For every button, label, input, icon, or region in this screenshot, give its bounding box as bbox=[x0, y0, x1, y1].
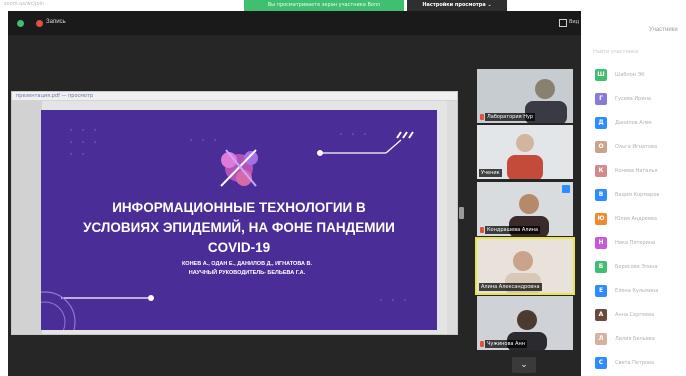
participant-row[interactable]: Ш Шаблон ЭК bbox=[595, 69, 685, 81]
recording-icon bbox=[36, 20, 43, 27]
participant-name: Ника Пятерина bbox=[615, 240, 656, 246]
participant-name: Шаблон ЭК bbox=[615, 72, 645, 78]
participant-name: Данилов Алек bbox=[615, 120, 652, 126]
meeting-header: Запись Вид bbox=[8, 11, 581, 35]
participant-row[interactable]: Д Данилов Алек bbox=[595, 117, 685, 129]
participant-name: Света Петрова bbox=[615, 360, 655, 366]
browser-top-strip: zoom.us/wc/join Вы просматриваете экран … bbox=[0, 0, 686, 11]
video-tile[interactable]: Чужинова Анн bbox=[477, 296, 573, 350]
video-tile[interactable]: Ученик bbox=[477, 125, 573, 179]
participant-name-label: Кондрашева Алина bbox=[485, 226, 541, 234]
participant-avatar: В bbox=[595, 189, 607, 201]
mic-muted-icon bbox=[480, 227, 484, 233]
shared-window-title: презентация.pdf — просмотр bbox=[16, 93, 94, 99]
circuit-line-right bbox=[317, 131, 414, 156]
participant-row[interactable]: Ю Юлия Андреева bbox=[595, 213, 685, 225]
participant-name-label: Чужинова Анн bbox=[485, 340, 528, 348]
participant-name-label: Лаборатория Нур bbox=[485, 113, 536, 121]
gallery-resize-handle[interactable] bbox=[459, 207, 464, 219]
participant-row[interactable]: О Ольга Игнатова bbox=[595, 141, 685, 153]
presentation-slide: Информационные технологии в условиях эпи… bbox=[41, 110, 437, 330]
mic-muted-icon bbox=[480, 114, 484, 120]
participant-name: Ольга Игнатова bbox=[615, 144, 658, 150]
participant-row[interactable]: А Анна Сергеева bbox=[595, 309, 685, 321]
slide-title-line: COVID-19 bbox=[207, 240, 271, 255]
participant-row[interactable]: К Конева Наталья bbox=[595, 165, 685, 177]
participant-avatar: Ю bbox=[595, 213, 607, 225]
participant-avatar: Б bbox=[595, 261, 607, 273]
participant-avatar: С bbox=[595, 357, 607, 369]
participant-avatar: Г bbox=[595, 93, 607, 105]
participant-name: Конева Наталья bbox=[615, 168, 658, 174]
grid-view-icon[interactable] bbox=[559, 19, 567, 27]
participant-search-input[interactable]: Найти участника bbox=[593, 49, 638, 55]
security-shield-icon[interactable] bbox=[17, 20, 24, 27]
participant-avatar: Е bbox=[595, 285, 607, 297]
slide-title-line: Информационные технологии в bbox=[112, 200, 366, 215]
video-tile[interactable]: Кондрашева Алина bbox=[477, 182, 573, 236]
view-options-button[interactable]: Настройки просмотра ⌄ bbox=[407, 0, 507, 11]
recording-label: Запись bbox=[46, 19, 66, 25]
slide-authors: КОНЕВ А., ОДАН Е., ДАНИЛОВ Д., ИГНАТОВА … bbox=[129, 260, 365, 278]
video-status-icon bbox=[562, 185, 570, 193]
participant-avatar: А bbox=[595, 309, 607, 321]
participant-name-label: Алина Александровна bbox=[479, 283, 542, 291]
slide-logo-icon bbox=[220, 149, 258, 187]
slide-title: Информационные технологии в условиях эпи… bbox=[51, 198, 427, 258]
shared-window-scrollbar[interactable] bbox=[447, 101, 457, 334]
participants-panel: Участники Найти участника Ш Шаблон ЭК Г Гус… bbox=[583, 11, 686, 376]
participant-name: Елена Кульмина bbox=[615, 288, 659, 294]
participant-name: Лилия Бельева bbox=[615, 336, 655, 342]
participant-avatar: К bbox=[595, 165, 607, 177]
video-tile[interactable]: Лаборатория Нур bbox=[477, 69, 573, 123]
participant-row[interactable]: Е Елена Кульмина bbox=[595, 285, 685, 297]
screen-share-banner: Вы просматриваете экран участника Bonn bbox=[244, 0, 404, 11]
participant-name: Юлия Андреева bbox=[615, 216, 657, 222]
shared-window-titlebar: презентация.pdf — просмотр bbox=[12, 92, 457, 101]
participant-row[interactable]: Г Гусева Ирина bbox=[595, 93, 685, 105]
mic-muted-icon bbox=[480, 341, 484, 347]
participant-name: Анна Сергеева bbox=[615, 312, 655, 318]
shared-window-thumbnails bbox=[12, 101, 42, 334]
participant-name: Борисова Элина bbox=[615, 264, 658, 270]
participant-avatar: Л bbox=[595, 333, 607, 345]
participant-avatar: Ш bbox=[595, 69, 607, 81]
participant-name: Гусева Ирина bbox=[615, 96, 651, 102]
participant-avatar: Д bbox=[595, 117, 607, 129]
slide-title-line: условиях эпидемий, на фоне пандемии bbox=[83, 220, 395, 235]
participant-name: Вадим Кормаров bbox=[615, 192, 660, 198]
video-tile-active-speaker[interactable]: Алина Александровна bbox=[475, 237, 575, 295]
participant-row[interactable]: Б Борисова Элина bbox=[595, 261, 685, 273]
participant-avatar: Н bbox=[595, 237, 607, 249]
participants-panel-title: Участники bbox=[649, 27, 678, 33]
gallery-scroll-down-button[interactable]: ⌄ bbox=[512, 357, 536, 373]
participant-row[interactable]: Л Лилия Бельева bbox=[595, 333, 685, 345]
participant-row[interactable]: С Света Петрова bbox=[595, 357, 685, 369]
view-toggle-label[interactable]: Вид bbox=[569, 19, 579, 25]
slide-authors-line: КОНЕВ А., ОДАН Е., ДАНИЛОВ Д., ИГНАТОВА … bbox=[181, 261, 313, 267]
circuit-line-left bbox=[41, 291, 154, 330]
participant-name-label: Ученик bbox=[479, 169, 502, 177]
participant-row[interactable]: Н Ника Пятерина bbox=[595, 237, 685, 249]
participant-row[interactable]: В Вадим Кормаров bbox=[595, 189, 685, 201]
browser-url[interactable]: zoom.us/wc/join bbox=[4, 1, 44, 7]
slide-authors-line: НАУЧНЫЙ РУКОВОДИТЕЛЬ- БЕЛЬЕВА Г.А. bbox=[188, 270, 306, 276]
participant-avatar: О bbox=[595, 141, 607, 153]
